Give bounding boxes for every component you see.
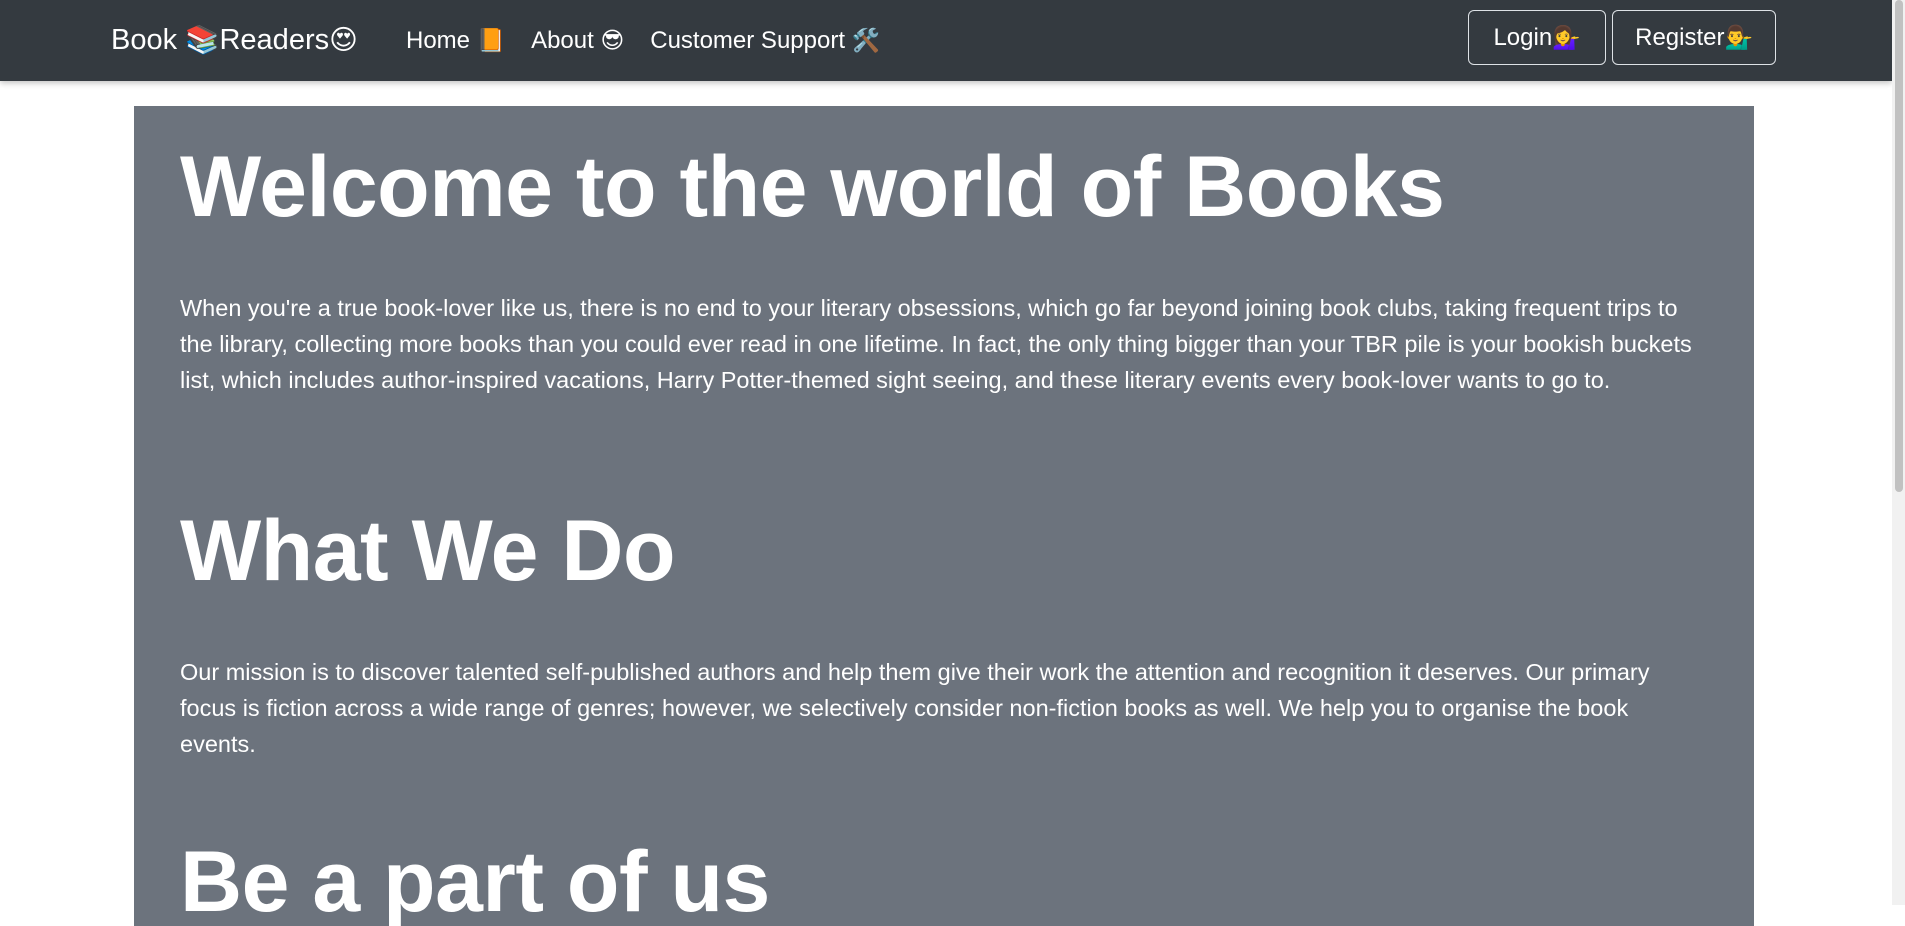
scrollbar-thumb[interactable]	[1895, 0, 1903, 492]
man-tipping-hand-icon: 💁‍♂️	[1724, 24, 1753, 50]
welcome-heading: Welcome to the world of Books	[180, 139, 1445, 235]
register-button[interactable]: Register 💁‍♂️	[1612, 10, 1776, 65]
intro-paragraph: When you're a true book-lover like us, t…	[180, 295, 1692, 393]
nav-about-label: About	[531, 27, 601, 54]
login-label: Login	[1493, 23, 1553, 51]
orange-book-icon: 📙	[476, 27, 506, 53]
nav-customer-support-link[interactable]: Customer Support 🛠️	[650, 20, 880, 61]
nav-links: Home 📙 About 😎 Customer Support 🛠️	[406, 20, 880, 61]
page-scrollbar[interactable]	[1892, 0, 1905, 905]
books-icon: 📚	[185, 24, 220, 55]
sunglasses-icon: 😎	[600, 27, 625, 53]
brand-text-book: Book	[111, 24, 186, 56]
register-label: Register	[1635, 23, 1725, 51]
nav-about-link[interactable]: About 😎	[531, 20, 624, 61]
nav-home-label: Home	[406, 27, 477, 54]
tools-icon: 🛠️	[851, 27, 881, 53]
login-button[interactable]: Login 💁‍♀️	[1468, 10, 1606, 65]
top-navbar: Book 📚Readers😍 Home 📙 About 😎 Customer S…	[0, 0, 1892, 81]
brand-logo[interactable]: Book 📚Readers😍	[111, 20, 358, 60]
mission-paragraph: Our mission is to discover talented self…	[180, 659, 1650, 757]
hero-section: Welcome to the world of Books When you'r…	[134, 106, 1754, 926]
brand-text-readers: Readers	[219, 24, 330, 56]
nav-home-link[interactable]: Home 📙	[406, 20, 505, 61]
nav-customer-support-label: Customer Support	[650, 27, 852, 54]
person-tipping-hand-icon: 💁‍♀️	[1552, 24, 1581, 50]
heart-eyes-icon: 😍	[329, 24, 358, 55]
what-we-do-heading: What We Do	[180, 503, 676, 599]
be-a-part-heading: Be a part of us	[180, 834, 770, 926]
